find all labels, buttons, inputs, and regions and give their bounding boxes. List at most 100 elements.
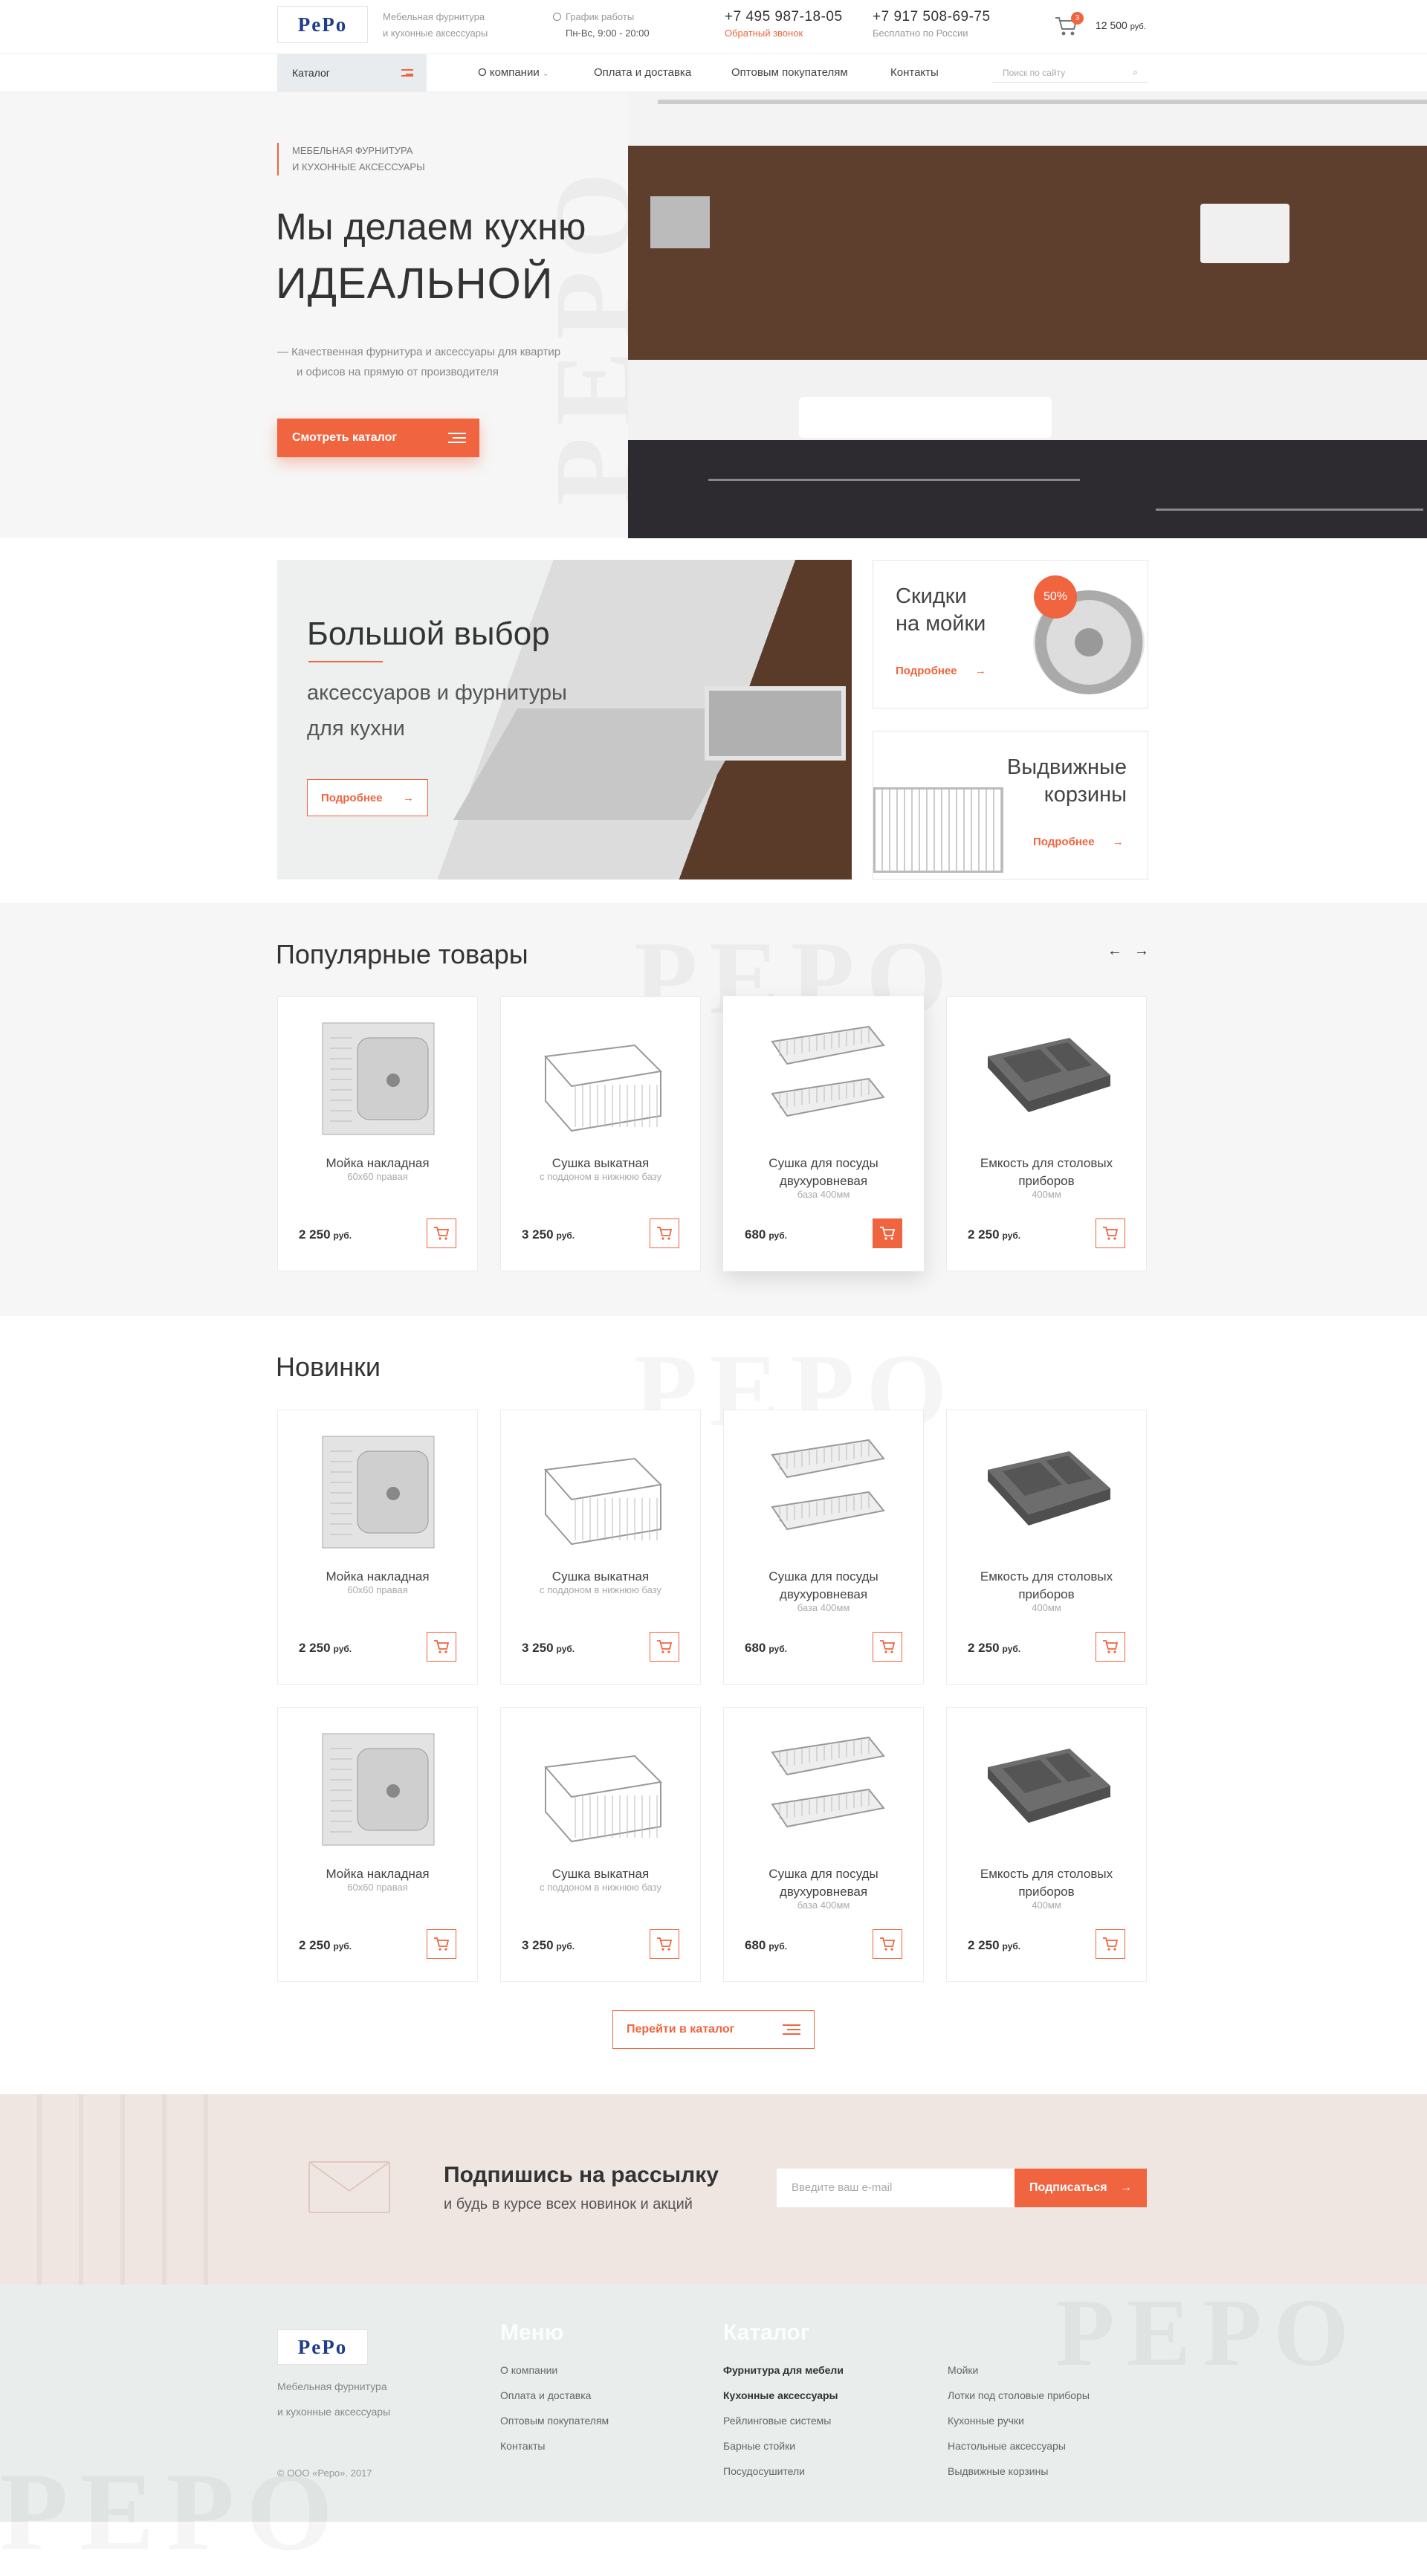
footer-catalog-link[interactable]: Кухонные аксессуары bbox=[723, 2389, 838, 2401]
product-name[interactable]: Сушка выкатная bbox=[508, 1568, 693, 1586]
product-card[interactable]: Сушка выкатная с поддоном в нижнюю базу 3 … bbox=[500, 1707, 701, 1982]
view-catalog-button[interactable]: Смотреть каталог bbox=[277, 419, 479, 457]
promo-baskets-link[interactable]: Подробнее → bbox=[1033, 836, 1124, 848]
cart-icon bbox=[657, 1227, 673, 1240]
product-card[interactable]: Мойка накладная 60х60 правая 2 250 руб. bbox=[277, 1410, 478, 1685]
add-to-cart-button[interactable] bbox=[427, 1632, 456, 1662]
footer-catalog-link[interactable]: Кухонные ручки bbox=[948, 2415, 1024, 2427]
product-currency: руб. bbox=[1002, 1941, 1021, 1952]
nav-about[interactable]: О компании ⌄ bbox=[478, 66, 549, 79]
product-card[interactable]: Сушка выкатная с поддоном в нижнюю базу 3 … bbox=[500, 1410, 701, 1685]
product-subtitle: 400мм bbox=[1032, 1899, 1061, 1911]
phone-2[interactable]: +7 917 508-69-75 bbox=[873, 9, 991, 25]
footer-menu-link[interactable]: Контакты bbox=[500, 2440, 545, 2452]
search-input[interactable]: Поиск по сайту ⌕ bbox=[992, 65, 1148, 83]
callback-link[interactable]: Обратный звонок bbox=[725, 25, 843, 42]
arrow-right-icon: → bbox=[974, 665, 986, 677]
add-to-cart-button[interactable] bbox=[650, 1929, 679, 1959]
footer-menu-link[interactable]: Оплата и доставка bbox=[500, 2389, 591, 2401]
product-name[interactable]: Емкость для столовых приборов bbox=[954, 1568, 1139, 1604]
product-card[interactable]: Сушка для посуды двухуровневая база 400мм… bbox=[723, 996, 924, 1271]
hero-title-1: Мы делаем кухню bbox=[276, 206, 586, 248]
promo-sale-link[interactable]: Подробнее → bbox=[896, 665, 986, 677]
prev-arrow[interactable]: ← bbox=[1107, 943, 1122, 960]
main-nav: Каталог О компании ⌄ Оплата и доставка О… bbox=[0, 54, 1427, 92]
add-to-cart-button[interactable] bbox=[427, 1218, 456, 1248]
product-image bbox=[534, 1012, 668, 1146]
menu-icon bbox=[783, 2024, 800, 2035]
product-card[interactable]: Сушка для посуды двухуровневая база 400мм… bbox=[723, 1410, 924, 1685]
catalog-label: Каталог bbox=[292, 67, 330, 79]
product-price-value: 680 bbox=[745, 1227, 766, 1242]
arrow-right-icon: → bbox=[403, 791, 414, 804]
product-name[interactable]: Мойка накладная bbox=[285, 1155, 470, 1172]
product-image bbox=[980, 1012, 1114, 1146]
go-to-catalog-button[interactable]: Перейти в каталог bbox=[612, 2010, 815, 2049]
tagline: Мебельная фурнитура и кухонные аксессуар… bbox=[383, 9, 488, 42]
footer-catalog-link[interactable]: Лотки под столовые приборы bbox=[948, 2389, 1090, 2401]
footer-catalog-link[interactable]: Рейлинговые системы bbox=[723, 2415, 831, 2427]
promo-baskets-title-2: корзины bbox=[1043, 783, 1127, 807]
product-name[interactable]: Сушка для посуды двухуровневая bbox=[731, 1568, 916, 1604]
product-subtitle: с поддоном в нижнюю базу bbox=[540, 1882, 661, 1893]
product-name[interactable]: Мойка накладная bbox=[285, 1865, 470, 1883]
product-card[interactable]: Емкость для столовых приборов 400мм 2 250 р… bbox=[946, 996, 1147, 1271]
nav-delivery[interactable]: Оплата и доставка bbox=[594, 66, 691, 79]
subscribe-button[interactable]: Подписаться → bbox=[1015, 2169, 1147, 2207]
product-price: 3 250 руб. bbox=[522, 1641, 575, 1656]
footer-catalog-link[interactable]: Барные стойки bbox=[723, 2440, 795, 2452]
add-to-cart-button[interactable] bbox=[1096, 1632, 1125, 1662]
catalog-menu-button[interactable]: Каталог bbox=[277, 54, 427, 91]
add-to-cart-button[interactable] bbox=[1096, 1929, 1125, 1959]
footer-catalog-link[interactable]: Настольные аксессуары bbox=[948, 2440, 1066, 2452]
product-name[interactable]: Сушка для посуды двухуровневая bbox=[731, 1865, 916, 1901]
add-to-cart-button[interactable] bbox=[873, 1632, 902, 1662]
cart-icon bbox=[434, 1937, 450, 1951]
cart-icon bbox=[434, 1640, 450, 1653]
add-to-cart-button[interactable] bbox=[650, 1632, 679, 1662]
product-name[interactable]: Сушка для посуды двухуровневая bbox=[731, 1155, 916, 1190]
footer-catalog-link[interactable]: Выдвижные корзины bbox=[948, 2465, 1048, 2477]
knife-holder bbox=[650, 196, 710, 248]
phone-1[interactable]: +7 495 987-18-05 bbox=[725, 9, 843, 25]
footer-menu-link[interactable]: Оптовым покупателям bbox=[500, 2415, 609, 2427]
product-card[interactable]: Мойка накладная 60х60 правая 2 250 руб. bbox=[277, 1707, 478, 1982]
product-card[interactable]: Емкость для столовых приборов 400мм 2 250 р… bbox=[946, 1707, 1147, 1982]
product-name[interactable]: Сушка выкатная bbox=[508, 1155, 693, 1172]
next-arrow[interactable]: → bbox=[1134, 943, 1149, 960]
promo-big-more-label: Подробнее bbox=[321, 791, 383, 804]
promo-baskets[interactable]: Выдвижные корзины Подробнее → bbox=[873, 731, 1148, 879]
product-name[interactable]: Сушка выкатная bbox=[508, 1865, 693, 1883]
add-to-cart-button[interactable] bbox=[427, 1929, 456, 1959]
add-to-cart-button[interactable] bbox=[873, 1929, 902, 1959]
product-name[interactable]: Емкость для столовых приборов bbox=[954, 1155, 1139, 1190]
cart-total[interactable]: 12 500 руб. bbox=[1096, 19, 1146, 31]
add-to-cart-button[interactable] bbox=[1096, 1218, 1125, 1248]
product-card[interactable]: Сушка для посуды двухуровневая база 400мм… bbox=[723, 1707, 924, 1982]
cart-count-badge: 3 bbox=[1071, 12, 1084, 25]
tagline-line-2: и кухонные аксессуары bbox=[383, 28, 488, 39]
nav-wholesale[interactable]: Оптовым покупателям bbox=[731, 66, 848, 79]
add-to-cart-button[interactable] bbox=[873, 1218, 902, 1248]
footer-tagline: Мебельная фурнитура и кухонные аксессуар… bbox=[277, 2374, 390, 2424]
promo-big-banner[interactable]: Большой выбор аксессуаров и фурнитуры дл… bbox=[277, 560, 852, 879]
promo-sale-link-label: Подробнее bbox=[896, 665, 957, 677]
cart-icon[interactable]: 3 bbox=[1054, 12, 1084, 37]
product-name[interactable]: Мойка накладная bbox=[285, 1568, 470, 1586]
footer-menu-link[interactable]: О компании bbox=[500, 2364, 557, 2376]
product-card[interactable]: Сушка выкатная с поддоном в нижнюю базу 3 … bbox=[500, 996, 701, 1271]
promo-big-more-button[interactable]: Подробнее → bbox=[307, 779, 428, 816]
footer-logo[interactable]: PePo bbox=[277, 2329, 368, 2365]
product-card[interactable]: Мойка накладная 60х60 правая 2 250 руб. bbox=[277, 996, 478, 1271]
footer-catalog-link[interactable]: Посудосушители bbox=[723, 2465, 805, 2477]
footer-catalog-link[interactable]: Мойки bbox=[948, 2364, 978, 2376]
promo-sale[interactable]: Скидки на мойки Подробнее → 50% bbox=[873, 560, 1148, 708]
email-field[interactable]: Введите ваш e-mail bbox=[777, 2169, 1015, 2207]
product-card[interactable]: Емкость для столовых приборов 400мм 2 250 р… bbox=[946, 1410, 1147, 1685]
logo[interactable]: PePo bbox=[277, 6, 368, 43]
search-icon[interactable]: ⌕ bbox=[1133, 67, 1138, 78]
footer-catalog-link[interactable]: Фурнитура для мебели bbox=[723, 2364, 844, 2376]
nav-contacts[interactable]: Контакты bbox=[890, 66, 939, 79]
add-to-cart-button[interactable] bbox=[650, 1218, 679, 1248]
product-name[interactable]: Емкость для столовых приборов bbox=[954, 1865, 1139, 1901]
